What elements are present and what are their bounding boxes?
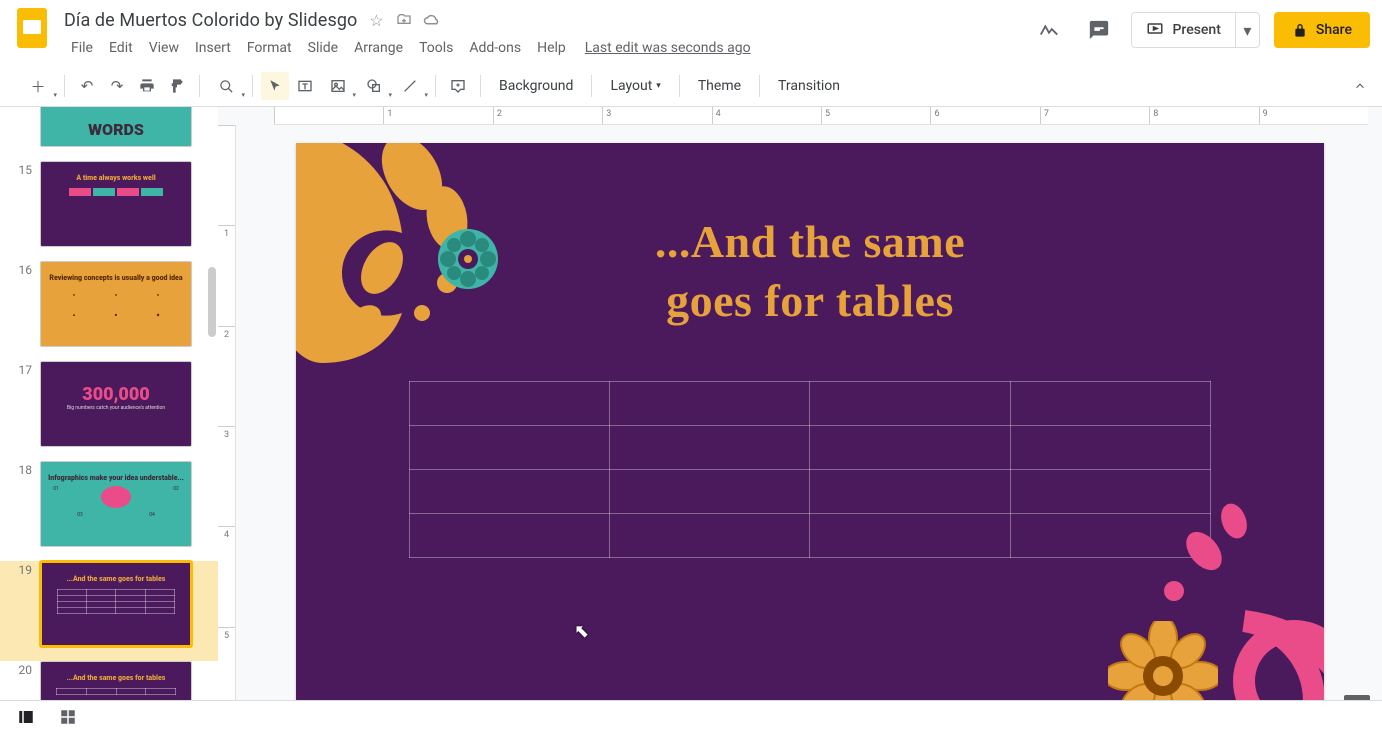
zoom-button[interactable]: ▾: [208, 72, 244, 100]
menu-arrange[interactable]: Arrange: [347, 36, 410, 60]
title-bar: Día de Muertos Colorido by Slidesgo ☆ Fi…: [0, 0, 1382, 62]
slide-thumbnail[interactable]: Infographics make your idea understable.…: [40, 461, 192, 547]
slides-app-icon[interactable]: [12, 8, 52, 48]
slide-canvas[interactable]: 123456789 12345: [218, 107, 1382, 727]
document-title[interactable]: Día de Muertos Colorido by Slidesgo: [64, 10, 357, 31]
present-label: Present: [1172, 22, 1220, 38]
slide-thumbnail[interactable]: WORDS: [40, 107, 192, 147]
menu-bar: File Edit View Insert Format Slide Arran…: [64, 34, 1019, 62]
menu-slide[interactable]: Slide: [301, 36, 345, 60]
present-dropdown[interactable]: ▾: [1235, 13, 1259, 47]
menu-file[interactable]: File: [64, 36, 100, 60]
present-icon: [1146, 21, 1164, 39]
select-tool[interactable]: [261, 72, 289, 100]
menu-insert[interactable]: Insert: [188, 36, 238, 60]
slide-number: 15: [8, 161, 32, 177]
paint-format-button[interactable]: [163, 72, 191, 100]
menu-addons[interactable]: Add-ons: [462, 36, 528, 60]
slide-filmstrip[interactable]: WORDS 15 A time always works well 16 Rev…: [0, 107, 218, 727]
lock-icon: [1292, 22, 1308, 38]
activity-icon[interactable]: [1031, 12, 1067, 48]
print-button[interactable]: [133, 72, 161, 100]
decoration-flower-teal: [436, 227, 500, 291]
line-tool[interactable]: ▾: [393, 72, 427, 100]
new-slide-button[interactable]: ＋▾: [20, 72, 56, 100]
redo-button[interactable]: ↷: [103, 72, 131, 100]
collapse-toolbar-icon[interactable]: [1346, 72, 1374, 100]
transition-button[interactable]: Transition: [768, 72, 850, 100]
filmstrip-view-icon[interactable]: [16, 707, 36, 727]
undo-button[interactable]: ↶: [73, 72, 101, 100]
textbox-tool[interactable]: [291, 72, 319, 100]
slide-table[interactable]: [409, 381, 1211, 558]
slide-number: 19: [8, 561, 32, 577]
filmstrip-scrollbar[interactable]: [208, 267, 216, 337]
menu-help[interactable]: Help: [530, 36, 573, 60]
present-button[interactable]: Present ▾: [1131, 12, 1259, 48]
current-slide[interactable]: ...And the same goes for tables: [296, 143, 1324, 721]
menu-tools[interactable]: Tools: [412, 36, 460, 60]
comment-insert-button[interactable]: [444, 72, 472, 100]
menu-format[interactable]: Format: [240, 36, 299, 60]
toolbar: ＋▾ ↶ ↷ ▾ ▾ ▾ ▾ Background Layout ▾ Theme…: [0, 66, 1382, 106]
slide-number: 16: [8, 261, 32, 277]
move-icon[interactable]: [395, 11, 413, 29]
star-icon[interactable]: ☆: [367, 11, 385, 29]
shape-tool[interactable]: ▾: [357, 72, 391, 100]
background-button[interactable]: Background: [489, 72, 583, 100]
slide-number: 20: [8, 661, 32, 677]
slide-thumbnail[interactable]: 300,000 Big numbers catch your audience'…: [40, 361, 192, 447]
menu-edit[interactable]: Edit: [102, 36, 140, 60]
comment-icon[interactable]: [1081, 12, 1117, 48]
slide-thumbnail[interactable]: A time always works well: [40, 161, 192, 247]
share-label: Share: [1316, 22, 1352, 38]
image-tool[interactable]: ▾: [321, 72, 355, 100]
slide-number: 18: [8, 461, 32, 477]
status-bar: [0, 700, 1382, 732]
horizontal-ruler: 123456789: [274, 107, 1368, 125]
slide-number: 17: [8, 361, 32, 377]
layout-button[interactable]: Layout ▾: [600, 72, 670, 100]
theme-button[interactable]: Theme: [688, 72, 751, 100]
cloud-status-icon[interactable]: [423, 11, 441, 29]
mouse-cursor-icon: ⬉: [574, 621, 589, 642]
menu-view[interactable]: View: [142, 36, 186, 60]
slide-thumbnail[interactable]: ...And the same goes for tables: [40, 561, 192, 647]
share-button[interactable]: Share: [1274, 12, 1370, 48]
vertical-ruler: 12345: [218, 125, 236, 727]
slide-thumbnail[interactable]: Reviewing concepts is usually a good ide…: [40, 261, 192, 347]
last-edit-link[interactable]: Last edit was seconds ago: [585, 40, 751, 56]
grid-view-icon[interactable]: [58, 707, 78, 727]
